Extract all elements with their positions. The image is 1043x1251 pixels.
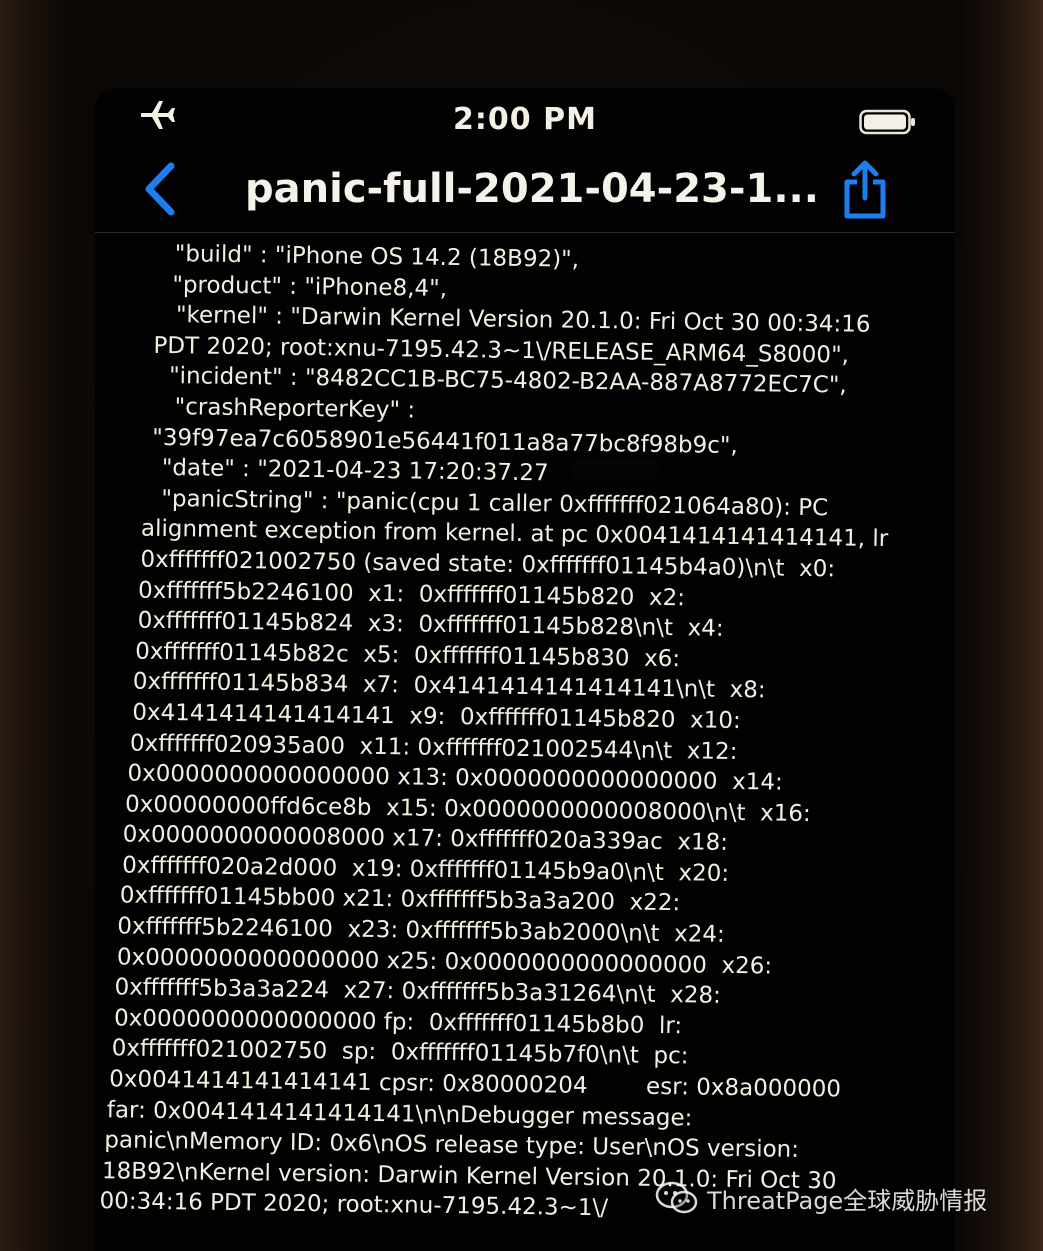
battery-icon bbox=[859, 109, 915, 135]
share-icon[interactable] bbox=[837, 158, 893, 222]
phone-bezel-left bbox=[0, 0, 70, 1251]
phone-bezel-right bbox=[963, 0, 1043, 1251]
chevron-left-icon[interactable] bbox=[139, 162, 181, 216]
page-title: panic-full-2021-04-23-1... bbox=[245, 166, 819, 212]
navigation-bar: panic-full-2021-04-23-1... bbox=[95, 152, 955, 233]
panic-log-text: "build" : "iPhone OS 14.2 (18B92)", "prod… bbox=[95, 238, 955, 1229]
phone-screen: 2:00 PM panic-full-2021-04-23-1... "buil… bbox=[95, 88, 955, 1251]
status-time: 2:00 PM bbox=[453, 102, 597, 137]
watermark-text: ThreatPage全球威胁情报 bbox=[707, 1186, 988, 1215]
status-bar: 2:00 PM bbox=[95, 88, 955, 152]
redaction-mark bbox=[570, 458, 660, 480]
watermark: ThreatPage全球威胁情报 bbox=[655, 1178, 987, 1218]
wechat-icon bbox=[655, 1181, 698, 1214]
